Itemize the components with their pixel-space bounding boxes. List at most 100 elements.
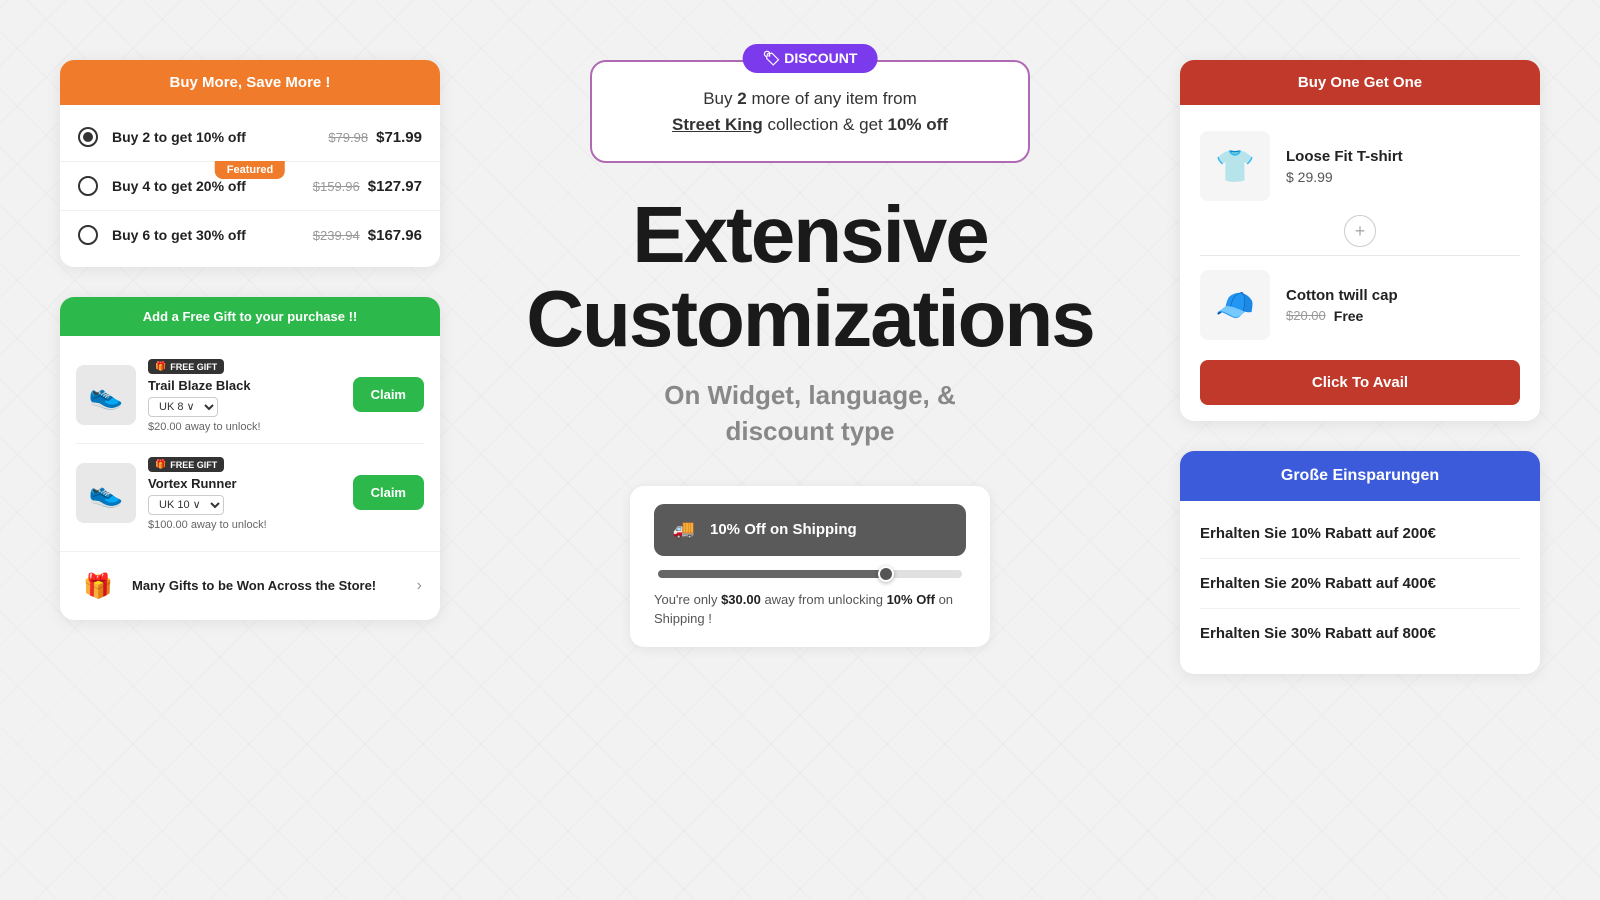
product-img-2: 🧢 (1200, 270, 1270, 340)
progress-thumb (878, 566, 894, 582)
discount-banner: 🏷 DISCOUNT Buy 2 more of any item from S… (590, 60, 1030, 163)
product-img-1: 👕 (1200, 131, 1270, 201)
gift-item-2: 👟 🎁 FREE GIFT Vortex Runner UK 10 ∨ $100… (76, 444, 424, 541)
bogo-header: Buy One Get One (1180, 60, 1540, 105)
gift-name-1: Trail Blaze Black (148, 378, 341, 393)
bogo-separator (1200, 255, 1520, 256)
discount-text: Buy 2 more of any item from Street King … (632, 86, 988, 137)
buy-option-1[interactable]: Buy 2 to get 10% off $79.98 $71.99 (60, 113, 440, 162)
discount-qty: 2 (737, 89, 746, 108)
option-2-sale: $127.97 (368, 178, 422, 195)
page-container: Buy More, Save More ! Buy 2 to get 10% o… (0, 0, 1600, 900)
many-gifts-icon: 🎁 (78, 566, 118, 606)
shoe-icon-1: 👟 (76, 365, 136, 425)
gift-unlock-1: $20.00 away to unlock! (148, 421, 341, 433)
gift-badge-text-2: FREE GIFT (170, 460, 217, 470)
product-price-1: $ 29.99 (1286, 169, 1403, 185)
product-original-price-2: $20.00 (1286, 308, 1326, 323)
shipping-desc: You're only $30.00 away from unlocking 1… (654, 590, 966, 629)
bogo-product-2: 🧢 Cotton twill cap $20.00 Free (1200, 260, 1520, 350)
gift-info-2: 🎁 FREE GIFT Vortex Runner UK 10 ∨ $100.0… (148, 454, 341, 531)
product-name-1: Loose Fit T-shirt (1286, 148, 1403, 165)
buy-more-widget: Buy More, Save More ! Buy 2 to get 10% o… (60, 60, 440, 267)
gift-name-2: Vortex Runner (148, 476, 341, 491)
progress-fill (658, 570, 886, 578)
option-3-prices: $239.94 $167.96 (313, 227, 422, 244)
savings-header: Große Einsparungen (1180, 451, 1540, 501)
savings-body: Erhalten Sie 10% Rabatt auf 200€ Erhalte… (1180, 501, 1540, 674)
buy-more-options: Buy 2 to get 10% off $79.98 $71.99 Featu… (60, 105, 440, 267)
bogo-divider: + (1200, 211, 1520, 251)
bogo-body: 👕 Loose Fit T-shirt $ 29.99 + 🧢 Cotton t… (1180, 105, 1540, 421)
shipping-header: 🚚 10% Off on Shipping (654, 504, 966, 556)
shipping-title: 10% Off on Shipping (710, 521, 857, 538)
claim-btn-1[interactable]: Claim (353, 377, 424, 412)
option-1-prices: $79.98 $71.99 (328, 129, 422, 146)
gift-img-1: 👟 (76, 365, 136, 425)
buy-option-3[interactable]: Buy 6 to get 30% off $239.94 $167.96 (60, 211, 440, 259)
option-1-sale: $71.99 (376, 129, 422, 146)
gift-item-1: 👟 🎁 FREE GIFT Trail Blaze Black UK 8 ∨ $… (76, 346, 424, 444)
option-1-original: $79.98 (328, 130, 368, 145)
option-3-original: $239.94 (313, 228, 360, 243)
free-gift-header: Add a Free Gift to your purchase !! (60, 297, 440, 336)
many-gifts-row[interactable]: 🎁 Many Gifts to be Won Across the Store!… (60, 551, 440, 620)
main-heading: Extensive Customizations On Widget, lang… (526, 193, 1094, 450)
main-title-line2: Customizations (526, 277, 1094, 361)
savings-item-2: Erhalten Sie 20% Rabatt auf 400€ (1200, 559, 1520, 609)
discount-amount: 10% off (887, 115, 947, 134)
product-info-2: Cotton twill cap $20.00 Free (1286, 287, 1398, 324)
shipping-amount: $30.00 (721, 592, 761, 607)
shipping-discount: 10% Off (887, 592, 935, 607)
plus-icon: + (1344, 215, 1376, 247)
free-gift-items: 👟 🎁 FREE GIFT Trail Blaze Black UK 8 ∨ $… (60, 336, 440, 551)
featured-badge: Featured (215, 161, 285, 179)
radio-unchecked-2 (78, 176, 98, 196)
main-title-line1: Extensive (526, 193, 1094, 277)
gift-badge-2: 🎁 FREE GIFT (148, 457, 224, 472)
radio-unchecked-3 (78, 225, 98, 245)
option-1-label: Buy 2 to get 10% off (112, 129, 328, 145)
shoe-icon-2: 👟 (76, 463, 136, 523)
left-column: Buy More, Save More ! Buy 2 to get 10% o… (60, 60, 440, 620)
product-free-price: Free (1334, 308, 1364, 324)
discount-label: 🏷 DISCOUNT (743, 44, 878, 73)
gift-info-1: 🎁 FREE GIFT Trail Blaze Black UK 8 ∨ $20… (148, 356, 341, 433)
click-to-avail-button[interactable]: Click To Avail (1200, 360, 1520, 405)
bogo-widget: Buy One Get One 👕 Loose Fit T-shirt $ 29… (1180, 60, 1540, 421)
gift-badge-icon-2: 🎁 (155, 459, 166, 470)
option-2-prices: $159.96 $127.97 (313, 178, 422, 195)
truck-icon: 🚚 (670, 516, 698, 544)
center-column: 🏷 DISCOUNT Buy 2 more of any item from S… (440, 50, 1180, 647)
bogo-product-1: 👕 Loose Fit T-shirt $ 29.99 (1200, 121, 1520, 211)
buy-option-2[interactable]: Featured Buy 4 to get 20% off $159.96 $1… (60, 162, 440, 211)
savings-widget: Große Einsparungen Erhalten Sie 10% Raba… (1180, 451, 1540, 674)
gift-badge-1: 🎁 FREE GIFT (148, 359, 224, 374)
savings-item-1: Erhalten Sie 10% Rabatt auf 200€ (1200, 509, 1520, 559)
gift-badge-icon: 🎁 (155, 361, 166, 372)
buy-more-header: Buy More, Save More ! (60, 60, 440, 105)
progress-bar (658, 570, 962, 578)
product-name-2: Cotton twill cap (1286, 287, 1398, 304)
main-subtitle: On Widget, language, &discount type (526, 377, 1094, 450)
option-2-original: $159.96 (313, 179, 360, 194)
product-info-1: Loose Fit T-shirt $ 29.99 (1286, 148, 1403, 185)
option-3-sale: $167.96 (368, 227, 422, 244)
radio-selected (78, 127, 98, 147)
option-2-label: Buy 4 to get 20% off (112, 178, 313, 194)
right-column: Buy One Get One 👕 Loose Fit T-shirt $ 29… (1180, 60, 1540, 674)
claim-btn-2[interactable]: Claim (353, 475, 424, 510)
chevron-right-icon: › (417, 577, 422, 595)
gift-img-2: 👟 (76, 463, 136, 523)
free-gift-widget: Add a Free Gift to your purchase !! 👟 🎁 … (60, 297, 440, 620)
gift-unlock-2: $100.00 away to unlock! (148, 519, 341, 531)
price-row-2: $20.00 Free (1286, 308, 1398, 324)
savings-item-3: Erhalten Sie 30% Rabatt auf 800€ (1200, 609, 1520, 658)
gift-size-select-2[interactable]: UK 10 ∨ (148, 495, 224, 515)
gift-size-select-1[interactable]: UK 8 ∨ (148, 397, 218, 417)
gift-badge-text: FREE GIFT (170, 362, 217, 372)
brand-name: Street King (672, 115, 763, 134)
option-3-label: Buy 6 to get 30% off (112, 227, 313, 243)
shipping-widget: 🚚 10% Off on Shipping You're only $30.00… (630, 486, 990, 647)
many-gifts-text: Many Gifts to be Won Across the Store! (132, 577, 403, 595)
